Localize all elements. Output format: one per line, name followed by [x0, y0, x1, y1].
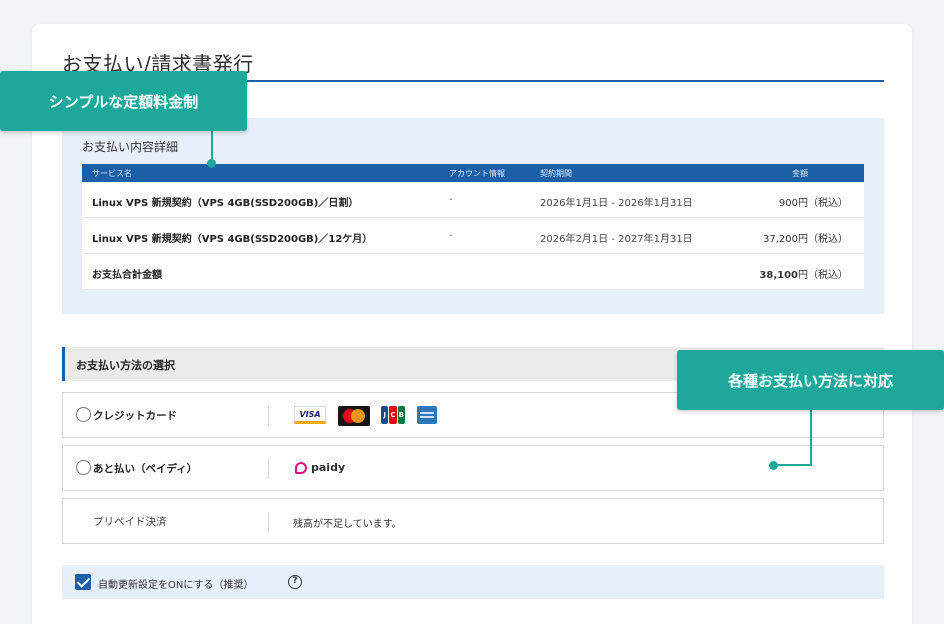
row-period: 2026年1月1日 - 2026年1月31日	[540, 198, 693, 209]
insufficient-balance-message: 残高が不足しています。	[293, 519, 402, 530]
col-account: アカウント情報	[449, 169, 505, 178]
amex-logo-icon	[417, 406, 437, 424]
col-period: 契約期間	[540, 169, 572, 178]
callout-dot-1	[207, 159, 216, 168]
option-label: プリペイド決済	[93, 516, 167, 528]
radio-paidy[interactable]	[76, 460, 91, 475]
option-separator	[268, 459, 269, 479]
table-total-row: お支払合計金額 38,100円（税込）	[82, 254, 864, 290]
callout-dot-2	[769, 461, 778, 470]
row-amount: 900円（税込）	[778, 198, 848, 209]
option-paidy[interactable]: あと払い（ペイディ） paidy	[62, 445, 884, 491]
callout-connector-2b	[774, 464, 812, 466]
total-label: お支払合計金額	[92, 270, 162, 281]
option-label: クレジットカード	[93, 410, 177, 422]
table-row: Linux VPS 新規契約（VPS 4GB(SSD200GB)／12ケ月） -…	[82, 218, 864, 254]
row-amount: 37,200円（税込）	[763, 234, 848, 245]
row-service: Linux VPS 新規契約（VPS 4GB(SSD200GB)／12ケ月）	[92, 234, 373, 245]
row-account: -	[449, 194, 453, 205]
table-row: Linux VPS 新規契約（VPS 4GB(SSD200GB)／日割） - 2…	[82, 182, 864, 218]
option-label: あと払い（ペイディ）	[93, 463, 198, 475]
row-period: 2026年2月1日 - 2027年1月31日	[540, 234, 693, 245]
paidy-logo-icon	[295, 462, 307, 474]
radio-credit-card[interactable]	[76, 407, 91, 422]
header-accent	[62, 347, 65, 381]
callout-connector-2a	[810, 410, 812, 466]
col-amount: 金額	[792, 169, 808, 178]
total-value: 38,100	[759, 270, 798, 281]
mastercard-logo-icon	[338, 406, 370, 426]
help-icon[interactable]: ?	[288, 575, 302, 589]
detail-heading: お支払い内容詳細	[82, 140, 179, 154]
row-account: -	[449, 230, 453, 241]
payment-method-title: お支払い方法の選択	[76, 359, 175, 372]
option-separator	[268, 512, 269, 532]
total-amount: 38,100円（税込）	[759, 266, 848, 281]
option-prepaid: プリペイド決済 残高が不足しています。	[62, 498, 884, 544]
jcb-logo-icon: JCB	[381, 406, 406, 424]
detail-table-header: サービス名 アカウント情報 契約期間 金額	[82, 164, 864, 182]
option-separator	[268, 406, 269, 426]
auto-renew-bar: 自動更新設定をONにする（推奨） ?	[62, 565, 884, 599]
auto-renew-label[interactable]: 自動更新設定をONにする（推奨）	[98, 576, 253, 591]
row-service: Linux VPS 新規契約（VPS 4GB(SSD200GB)／日割）	[92, 198, 359, 209]
total-suffix: 円（税込）	[798, 270, 848, 281]
payment-methods-callout: 各種お支払い方法に対応	[677, 350, 944, 410]
flat-rate-callout: シンプルな定額料金制	[0, 71, 247, 131]
col-service: サービス名	[92, 169, 132, 178]
auto-renew-checkbox[interactable]	[75, 574, 91, 590]
visa-logo-icon: VISA	[294, 406, 326, 424]
paidy-logo-text: paidy	[311, 461, 346, 474]
